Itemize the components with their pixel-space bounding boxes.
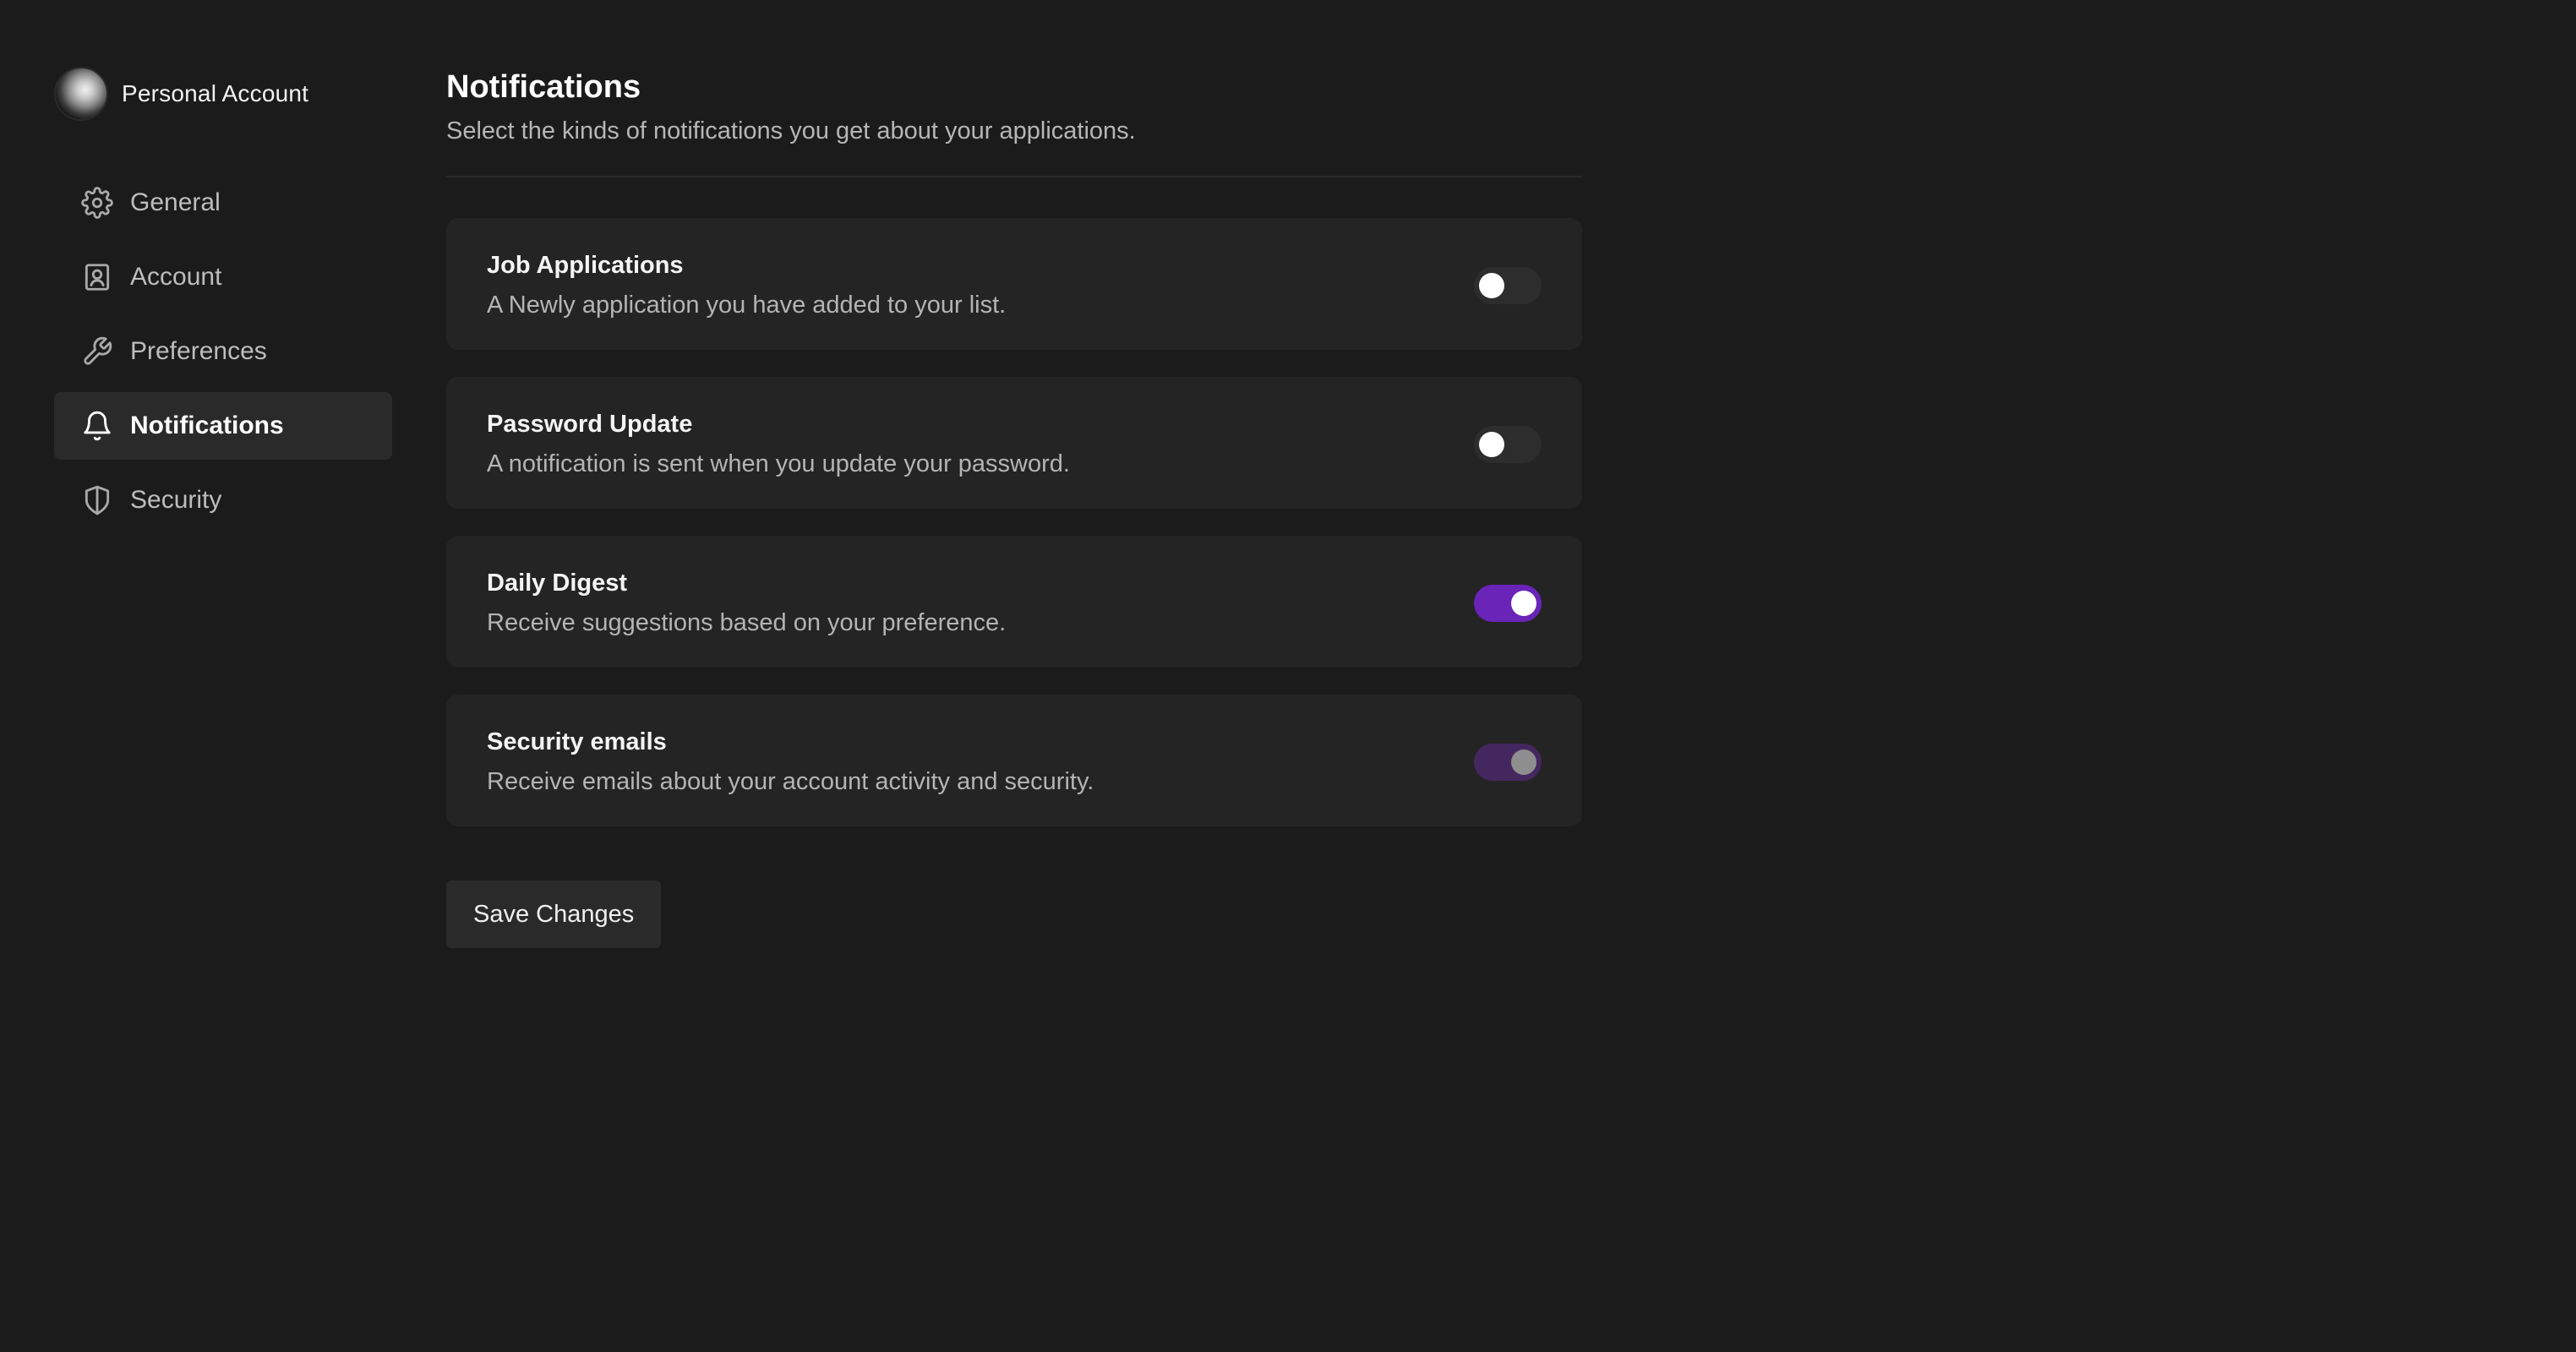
- wrench-icon: [81, 335, 113, 368]
- setting-title: Job Applications: [487, 252, 684, 279]
- security-emails-toggle[interactable]: [1474, 744, 1542, 781]
- account-header[interactable]: Personal Account: [54, 66, 392, 122]
- page-title: Notifications: [446, 69, 641, 105]
- sidebar-item-label: General: [130, 188, 221, 216]
- setting-description: Receive suggestions based on your prefer…: [487, 609, 1007, 636]
- page-subtitle: Select the kinds of notifications you ge…: [446, 117, 1136, 144]
- toggle-knob: [1511, 750, 1536, 775]
- setting-description: A Newly application you have added to yo…: [487, 292, 1007, 319]
- user-card-icon: [81, 261, 113, 293]
- save-changes-button[interactable]: Save Changes: [446, 880, 662, 948]
- sidebar-item-label: Preferences: [130, 337, 267, 365]
- avatar: [54, 67, 108, 121]
- setting-card-password-update: Password Update A notification is sent w…: [446, 377, 1582, 509]
- bell-icon: [81, 410, 113, 442]
- setting-title: Password Update: [487, 411, 693, 438]
- toggle-knob: [1479, 432, 1504, 457]
- main-content: Notifications Select the kinds of notifi…: [446, 69, 1582, 948]
- daily-digest-toggle[interactable]: [1474, 585, 1542, 622]
- gear-icon: [81, 187, 113, 219]
- sidebar: Personal Account General Account Prefere…: [54, 66, 392, 541]
- setting-title: Security emails: [487, 728, 667, 755]
- sidebar-item-security[interactable]: Security: [54, 466, 392, 534]
- sidebar-item-label: Security: [130, 486, 222, 514]
- sidebar-item-label: Notifications: [130, 412, 284, 439]
- shield-icon: [81, 484, 113, 516]
- setting-description: Receive emails about your account activi…: [487, 768, 1094, 795]
- toggle-knob: [1511, 591, 1536, 616]
- settings-app: Personal Account General Account Prefere…: [0, 0, 2576, 1352]
- divider: [446, 176, 1582, 177]
- sidebar-nav: General Account Preferences Notification…: [54, 169, 392, 534]
- sidebar-item-label: Account: [130, 263, 222, 291]
- sidebar-item-general[interactable]: General: [54, 169, 392, 237]
- setting-title: Daily Digest: [487, 570, 627, 597]
- toggle-knob: [1479, 273, 1504, 298]
- setting-card-daily-digest: Daily Digest Receive suggestions based o…: [446, 536, 1582, 668]
- setting-card-security-emails: Security emails Receive emails about you…: [446, 695, 1582, 826]
- sidebar-item-account[interactable]: Account: [54, 243, 392, 311]
- account-name: Personal Account: [122, 80, 309, 106]
- sidebar-item-preferences[interactable]: Preferences: [54, 318, 392, 385]
- setting-description: A notification is sent when you update y…: [487, 450, 1070, 477]
- job-applications-toggle[interactable]: [1474, 267, 1542, 304]
- password-update-toggle[interactable]: [1474, 426, 1542, 463]
- sidebar-item-notifications[interactable]: Notifications: [54, 392, 392, 460]
- setting-card-job-applications: Job Applications A Newly application you…: [446, 218, 1582, 350]
